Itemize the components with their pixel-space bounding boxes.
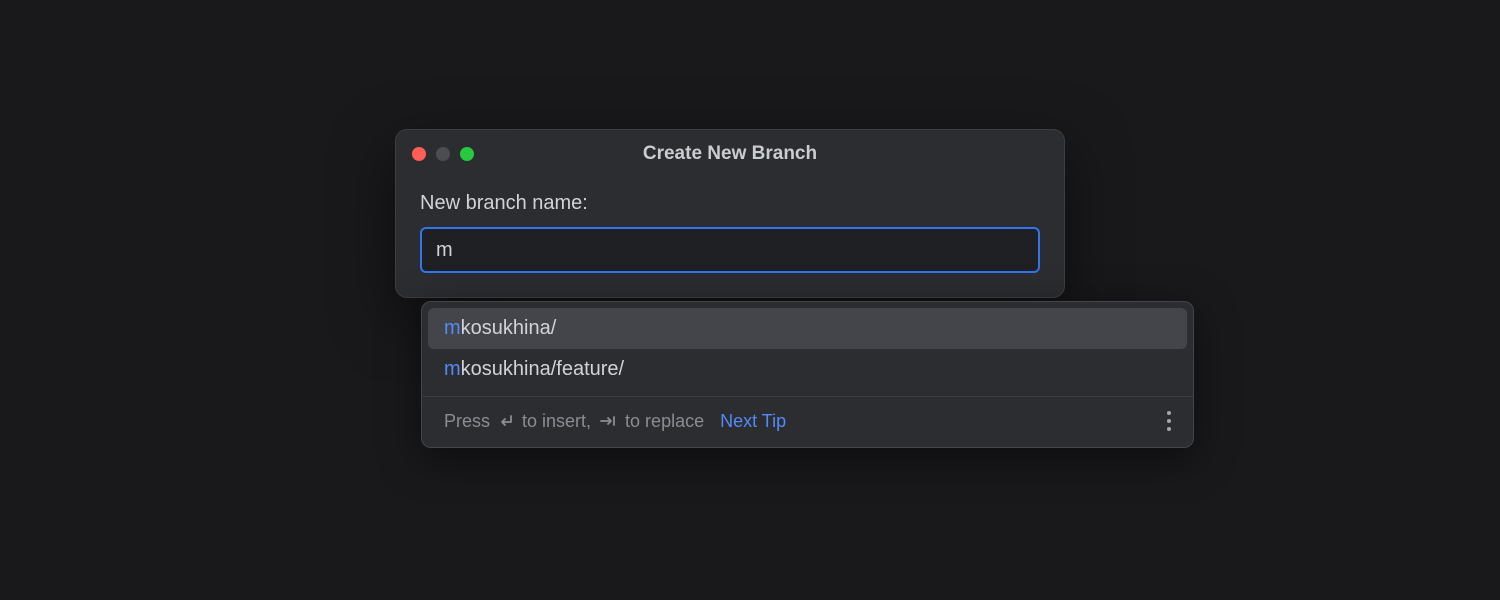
suggestion-item[interactable]: mkosukhina/feature/: [428, 349, 1187, 390]
suggestion-rest: kosukhina/: [461, 317, 557, 339]
match-text: m: [444, 317, 461, 339]
dialog-title: Create New Branch: [396, 143, 1064, 165]
maximize-window-icon[interactable]: [460, 147, 474, 161]
footer-hint: Press to insert, to replace Next Tip: [444, 411, 786, 432]
create-branch-dialog: Create New Branch New branch name:: [395, 129, 1065, 298]
minimize-window-icon[interactable]: [436, 147, 450, 161]
dialog-content: New branch name:: [396, 178, 1064, 297]
hint-prefix: Press: [444, 411, 490, 432]
dialog-titlebar: Create New Branch: [396, 130, 1064, 178]
more-options-icon[interactable]: [1163, 407, 1175, 435]
enter-key-icon: [496, 414, 516, 428]
window-controls: [412, 147, 474, 161]
match-text: m: [444, 358, 461, 380]
close-window-icon[interactable]: [412, 147, 426, 161]
suggestion-item[interactable]: mkosukhina/: [428, 308, 1187, 349]
tab-key-icon: [597, 415, 619, 427]
branch-name-label: New branch name:: [420, 192, 1040, 215]
hint-replace: to replace: [625, 411, 704, 432]
input-wrapper: [420, 227, 1040, 273]
dropdown-footer: Press to insert, to replace Next Tip: [422, 396, 1193, 447]
branch-name-input[interactable]: [420, 227, 1040, 273]
hint-insert: to insert,: [522, 411, 591, 432]
next-tip-link[interactable]: Next Tip: [720, 411, 786, 432]
autocomplete-dropdown: mkosukhina/ mkosukhina/feature/ Press to…: [421, 301, 1194, 448]
suggestion-rest: kosukhina/feature/: [461, 358, 624, 380]
